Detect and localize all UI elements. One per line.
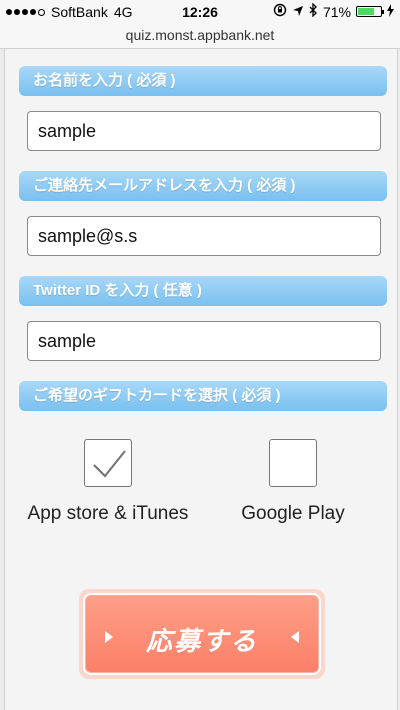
entry-form: お名前を入力 ( 必須 ) ご連絡先メールアドレスを入力 ( 必須 ) Twit…	[4, 49, 398, 710]
browser-url-bar[interactable]: quiz.monst.appbank.net	[0, 24, 400, 49]
rotation-lock-icon	[273, 3, 287, 20]
twitter-id-input[interactable]	[27, 321, 381, 361]
checkmark-icon	[93, 450, 126, 478]
arrow-left-icon	[291, 631, 299, 643]
submit-label: 応募する	[145, 626, 258, 656]
app-store-checkbox[interactable]	[84, 439, 132, 487]
twitter-section-label: Twitter ID を入力 ( 任意 )	[19, 276, 387, 306]
battery-icon	[356, 6, 384, 17]
google-play-checkbox[interactable]	[269, 439, 317, 487]
gift-option-google-play[interactable]: Google Play	[213, 439, 373, 525]
google-play-label: Google Play	[241, 503, 345, 524]
battery-fill	[358, 8, 374, 15]
app-store-label: App store & iTunes	[27, 503, 189, 524]
status-right: 71%	[273, 2, 394, 20]
bluetooth-icon	[309, 2, 318, 20]
name-section-label: お名前を入力 ( 必須 )	[19, 66, 387, 96]
gift-card-section-label: ご希望のギフトカードを選択 ( 必須 )	[19, 381, 387, 411]
location-arrow-icon	[292, 4, 304, 20]
submit-button-frame: 応募する	[79, 589, 325, 679]
battery-percent: 71%	[322, 3, 351, 20]
submit-button[interactable]: 応募する	[83, 593, 321, 675]
url-text: quiz.monst.appbank.net	[125, 27, 275, 43]
name-input[interactable]	[27, 111, 381, 151]
gift-option-app-store[interactable]: App store & iTunes	[23, 439, 193, 525]
charging-bolt-icon	[387, 3, 394, 20]
email-section-label: ご連絡先メールアドレスを入力 ( 必須 )	[19, 171, 387, 201]
email-input[interactable]	[27, 216, 381, 256]
status-bar: SoftBank 4G 12:26 71%	[0, 0, 400, 24]
